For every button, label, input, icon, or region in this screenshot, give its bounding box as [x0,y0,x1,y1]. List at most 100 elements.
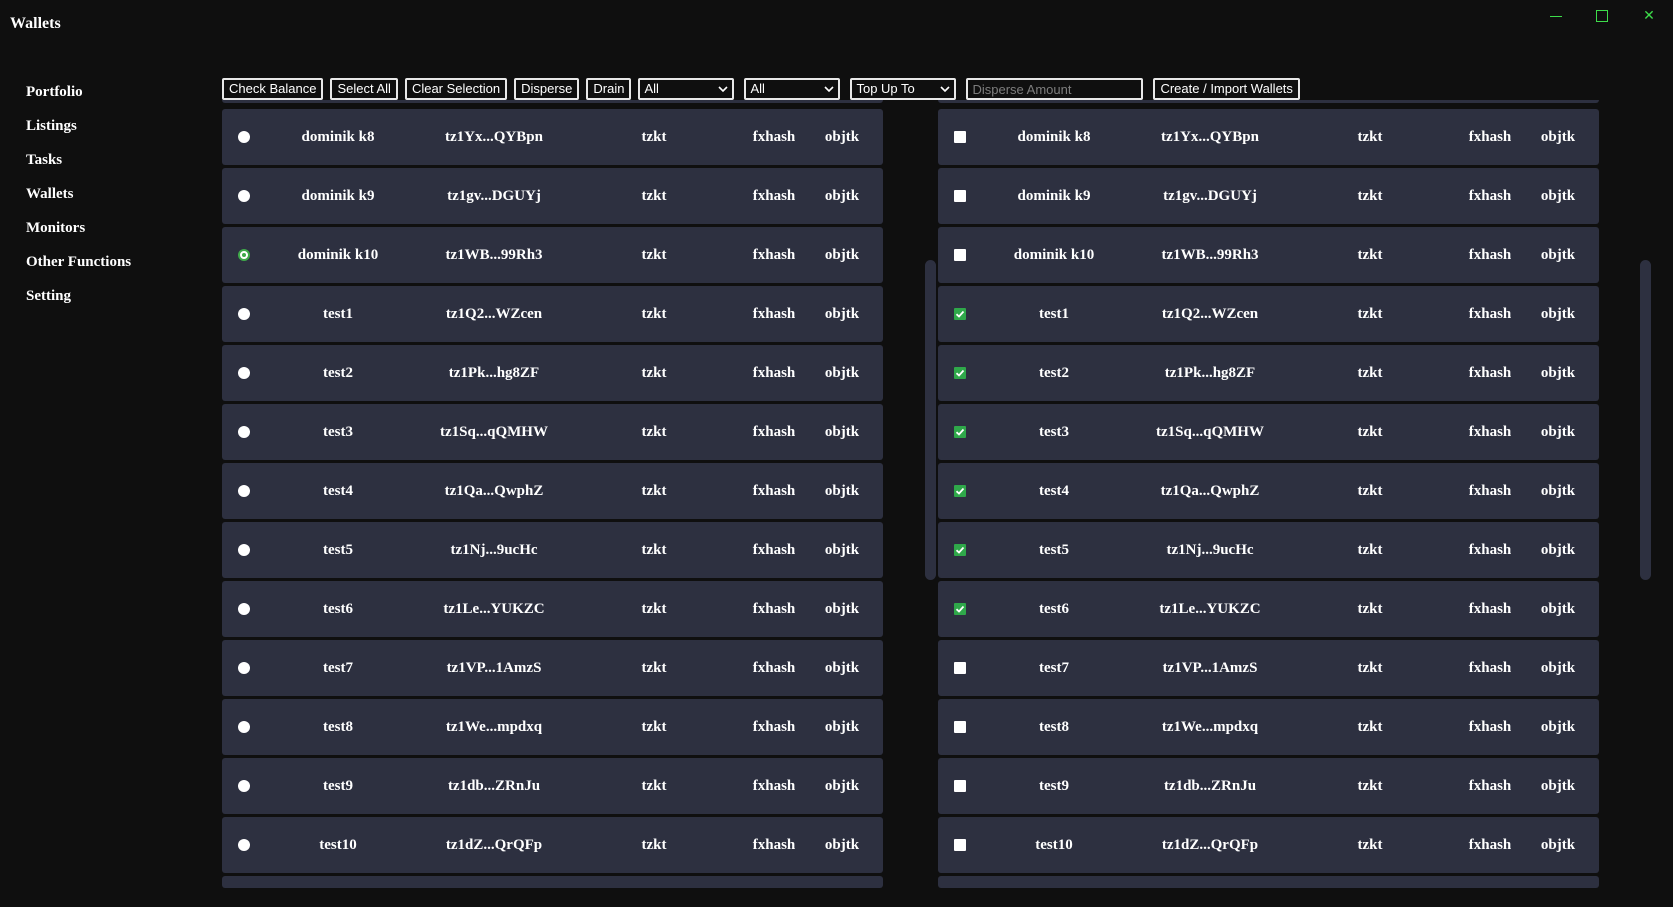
wallet-checkbox[interactable] [954,544,966,556]
wallet-checkbox[interactable] [954,603,966,615]
wallet-radio[interactable] [238,721,250,733]
tzkt-link[interactable]: tzkt [1310,404,1430,460]
objkt-link[interactable]: objtk [807,168,877,224]
objkt-link[interactable]: objtk [807,463,877,519]
wallet-row[interactable]: test8 tz1We...mpdxq tzkt fxhash objtk [222,699,883,755]
tzkt-link[interactable]: tzkt [594,463,714,519]
wallet-row[interactable]: test10 tz1dZ...QrQFp tzkt fxhash objtk [938,817,1599,873]
wallet-row[interactable]: test10 tz1dZ...QrQFp tzkt fxhash objtk [222,817,883,873]
wallet-radio[interactable] [238,780,250,792]
objkt-link[interactable]: objtk [1523,817,1593,873]
tzkt-link[interactable]: tzkt [594,109,714,165]
wallet-row[interactable]: test9 tz1db...ZRnJu tzkt fxhash objtk [938,758,1599,814]
disperse-amount-input[interactable] [966,78,1144,100]
objkt-link[interactable]: objtk [807,109,877,165]
tzkt-link[interactable]: tzkt [1310,109,1430,165]
wallet-row[interactable]: test2 tz1Pk...hg8ZF tzkt fxhash objtk [222,345,883,401]
wallet-row[interactable]: dominik k9 tz1gv...DGUYj tzkt fxhash objtk [222,168,883,224]
tzkt-link[interactable]: tzkt [1310,581,1430,637]
clear-selection-button[interactable]: Clear Selection [404,78,508,100]
check-balance-button[interactable]: Check Balance [222,78,324,100]
tzkt-link[interactable]: tzkt [1310,640,1430,696]
wallet-row[interactable]: test1 tz1Q2...WZcen tzkt fxhash objtk [222,286,883,342]
wallet-row[interactable]: test1 tz1Q2...WZcen tzkt fxhash objtk [938,286,1599,342]
tzkt-link[interactable]: tzkt [1310,463,1430,519]
wallet-row[interactable]: test4 tz1Qa...QwphZ tzkt fxhash objtk [938,463,1599,519]
wallet-checkbox[interactable] [954,839,966,851]
maximize-button[interactable] [1588,6,1616,26]
wallet-checkbox[interactable] [954,249,966,261]
objkt-link[interactable]: objtk [1523,758,1593,814]
wallet-radio[interactable] [238,249,250,261]
wallet-checkbox[interactable] [954,485,966,497]
drain-button[interactable]: Drain [586,78,632,100]
wallet-row[interactable]: test3 tz1Sq...qQMHW tzkt fxhash objtk [938,404,1599,460]
wallet-row[interactable]: dominik k8 tz1Yx...QYBpn tzkt fxhash objtk [938,109,1599,165]
wallet-checkbox[interactable] [954,367,966,379]
objkt-link[interactable]: objtk [807,522,877,578]
tzkt-link[interactable]: tzkt [594,817,714,873]
wallet-row[interactable]: dominik k8 tz1Yx...QYBpn tzkt fxhash objtk [222,109,883,165]
objkt-link[interactable]: objtk [1523,109,1593,165]
objkt-link[interactable]: objtk [1523,581,1593,637]
wallet-checkbox[interactable] [954,426,966,438]
wallet-radio[interactable] [238,308,250,320]
tzkt-link[interactable]: tzkt [1310,699,1430,755]
tzkt-link[interactable]: tzkt [594,758,714,814]
tzkt-link[interactable]: tzkt [594,286,714,342]
left-list-scrollbar[interactable] [925,260,936,580]
tzkt-link[interactable]: tzkt [1310,286,1430,342]
wallet-row[interactable]: dominik k10 tz1WB...99Rh3 tzkt fxhash objtk [938,227,1599,283]
wallet-row[interactable]: test7 tz1VP...1AmzS tzkt fxhash objtk [938,640,1599,696]
wallet-row[interactable]: dominik k10 tz1WB...99Rh3 tzkt fxhash objtk [222,227,883,283]
wallet-row[interactable]: test6 tz1Le...YUKZC tzkt fxhash objtk [222,581,883,637]
objkt-link[interactable]: objtk [807,286,877,342]
wallet-radio[interactable] [238,662,250,674]
tzkt-link[interactable]: tzkt [594,522,714,578]
objkt-link[interactable]: objtk [1523,522,1593,578]
tzkt-link[interactable]: tzkt [1310,522,1430,578]
wallet-radio[interactable] [238,603,250,615]
sidebar-item-listings[interactable]: Listings [26,116,131,150]
objkt-link[interactable]: objtk [1523,345,1593,401]
sidebar-item-wallets[interactable]: Wallets [26,184,131,218]
wallet-row[interactable]: test5 tz1Nj...9ucHc tzkt fxhash objtk [222,522,883,578]
objkt-link[interactable]: objtk [807,817,877,873]
close-button[interactable]: ✕ [1635,6,1663,26]
objkt-link[interactable]: objtk [1523,227,1593,283]
objkt-link[interactable]: objtk [1523,463,1593,519]
tzkt-link[interactable]: tzkt [1310,817,1430,873]
filter-select-1[interactable]: All [638,78,735,100]
sidebar-item-monitors[interactable]: Monitors [26,218,131,252]
tzkt-link[interactable]: tzkt [594,404,714,460]
wallet-radio[interactable] [238,839,250,851]
tzkt-link[interactable]: tzkt [1310,758,1430,814]
wallet-row[interactable]: test3 tz1Sq...qQMHW tzkt fxhash objtk [222,404,883,460]
wallet-row[interactable]: dominik k9 tz1gv...DGUYj tzkt fxhash objtk [938,168,1599,224]
objkt-link[interactable]: objtk [807,640,877,696]
sidebar-item-setting[interactable]: Setting [26,286,131,320]
wallet-checkbox[interactable] [954,308,966,320]
wallet-row[interactable]: test6 tz1Le...YUKZC tzkt fxhash objtk [938,581,1599,637]
wallet-row[interactable]: test4 tz1Qa...QwphZ tzkt fxhash objtk [222,463,883,519]
objkt-link[interactable]: objtk [807,758,877,814]
wallet-row[interactable]: test2 tz1Pk...hg8ZF tzkt fxhash objtk [938,345,1599,401]
objkt-link[interactable]: objtk [1523,286,1593,342]
objkt-link[interactable]: objtk [1523,640,1593,696]
wallet-radio[interactable] [238,367,250,379]
tzkt-link[interactable]: tzkt [1310,227,1430,283]
objkt-link[interactable]: objtk [1523,699,1593,755]
tzkt-link[interactable]: tzkt [594,227,714,283]
wallet-checkbox[interactable] [954,662,966,674]
objkt-link[interactable]: objtk [1523,168,1593,224]
sidebar-item-portfolio[interactable]: Portfolio [26,82,131,116]
objkt-link[interactable]: objtk [807,404,877,460]
wallet-row[interactable]: test5 tz1Nj...9ucHc tzkt fxhash objtk [938,522,1599,578]
objkt-link[interactable]: objtk [807,345,877,401]
right-list-scrollbar[interactable] [1640,260,1651,580]
tzkt-link[interactable]: tzkt [594,345,714,401]
sidebar-item-tasks[interactable]: Tasks [26,150,131,184]
objkt-link[interactable]: objtk [1523,404,1593,460]
sidebar-item-other-functions[interactable]: Other Functions [26,252,131,286]
filter-select-2[interactable]: All [744,78,841,100]
